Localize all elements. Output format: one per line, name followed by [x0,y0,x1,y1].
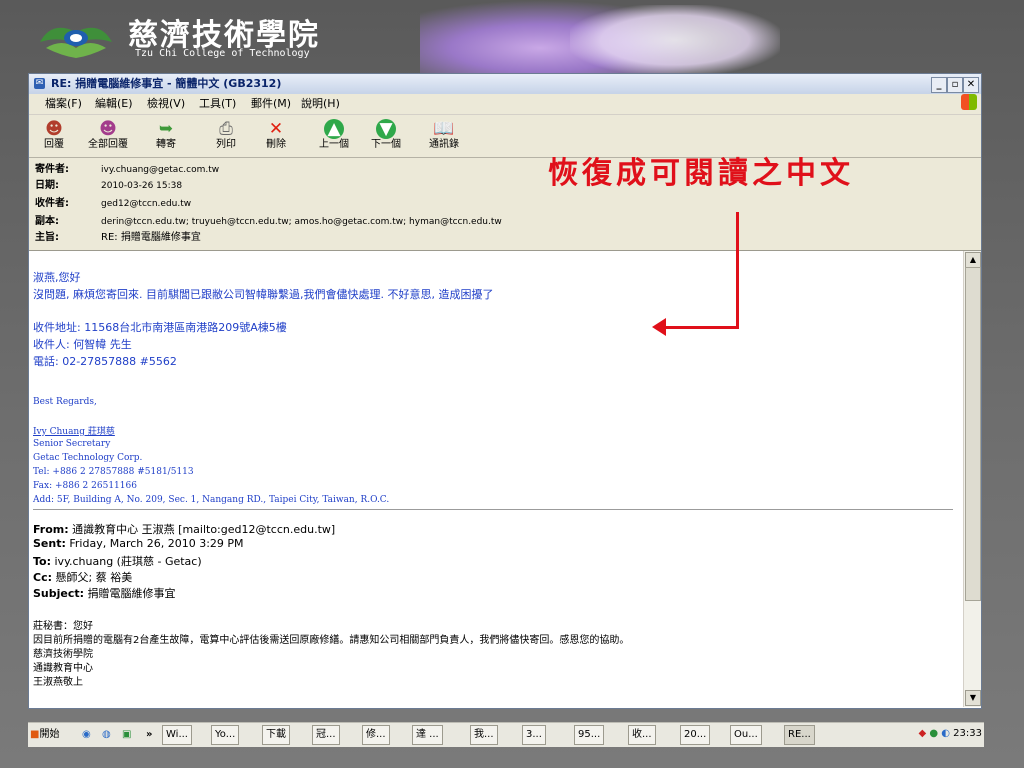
menu-tools[interactable]: 工具(T) [199,94,236,114]
taskbar-button-8[interactable]: 3... [522,725,546,745]
menu-edit[interactable]: 編輯(E) [95,94,133,114]
taskbar-button-3[interactable]: 下載 [262,725,290,745]
body-phone: 電話: 02-27857888 #5562 [33,355,177,368]
body-recipient: 收件人: 何智幃 先生 [33,338,132,351]
body-regards: Best Regards, [33,397,97,407]
quote-separator [33,509,953,510]
quoted-from: From: 通識教育中心 王淑燕 [mailto:ged12@tccn.edu.… [33,523,336,536]
annotation-arrow-line [736,212,739,328]
clock: 23:33 [953,728,982,739]
signature-fax: Fax: +886 2 26511166 [33,481,137,491]
delete-button[interactable]: ✕ 刪除 [253,117,299,155]
quoted-line1: 莊秘書：您好 [33,621,93,632]
quoted-line5: 王淑燕敬上 [33,677,83,688]
reply-all-icon: ☻ [99,119,117,139]
vertical-scrollbar[interactable]: ▲ ▼ [963,251,981,707]
taskbar-button-11[interactable]: 20... [680,725,711,745]
scroll-thumb[interactable] [965,267,981,601]
body-greeting: 淑燕,您好 [33,271,81,284]
taskbar-button-2[interactable]: Yo... [211,725,240,745]
menu-help[interactable]: 說明(H) [301,94,340,114]
title-bar[interactable]: ✉ RE: 捐贈電腦維修事宜 - 簡體中文 (GB2312) _ ▫ ✕ [29,74,981,94]
annotation-arrow-line-horizontal [662,326,739,329]
scroll-down-icon[interactable]: ▼ [965,690,981,706]
signature-address: Add: 5F, Building A, No. 209, Sec. 1, Na… [33,495,390,505]
quoted-to: To: ivy.chuang (莊琪慈 - Getac) [33,555,202,568]
body-line1: 沒問題, 麻煩您寄回來. 目前騏閭已跟敝公司智幃聯繫過,我們會儘快處理. 不好意… [33,288,494,301]
taskbar-button-6[interactable]: 達 ... [412,725,443,745]
college-logo-emblem [40,27,112,58]
quoted-line4: 通識教育中心 [33,663,93,674]
quicklaunch-more-icon[interactable]: » [146,725,152,744]
annotation-text: 恢復成可閱讀之中文 [548,156,854,191]
taskbar-button-12[interactable]: Ou... [730,725,762,745]
quicklaunch-ie-icon[interactable]: ◉ [82,725,91,744]
tray-volume-icon[interactable]: ◐ [941,728,950,739]
window-title: RE: 捐贈電腦維修事宜 - 簡體中文 (GB2312) [51,77,282,90]
menu-bar: 檔案(F) 編輯(E) 檢視(V) 工具(T) 郵件(M) 說明(H) [29,94,981,115]
previous-button[interactable]: ▲ 上一個 [311,117,357,155]
menu-file[interactable]: 檔案(F) [45,94,82,114]
quicklaunch-outlook-icon[interactable]: ◍ [102,725,111,744]
forward-button[interactable]: ➥ 轉寄 [143,117,189,155]
start-button[interactable]: ■開始 [30,725,59,744]
taskbar-button-7[interactable]: 我... [470,725,498,745]
tray-network-icon[interactable]: ● [929,728,938,739]
menu-message[interactable]: 郵件(M) [251,94,291,114]
quoted-line2: 因目前所捐贈的電腦有2台產生故障，電算中心評估後需送回原廠修繕。請惠知公司相關部… [33,635,630,646]
taskbar-button-13[interactable]: RE... [784,725,815,745]
signature-company: Getac Technology Corp. [33,453,143,463]
background-flower [420,0,780,80]
address-book-button[interactable]: 📖 通訊錄 [421,117,467,155]
down-arrow-icon: ▼ [376,119,396,139]
college-name-english: Tzu Chi College of Technology [135,48,310,59]
quoted-subject: Subject: 捐贈電腦維修事宜 [33,587,176,600]
message-body[interactable]: 淑燕,您好 沒問題, 麻煩您寄回來. 目前騏閭已跟敝公司智幃聯繫過,我們會儘快處… [29,251,963,707]
menu-view[interactable]: 檢視(V) [147,94,185,114]
annotation-arrowhead-icon [652,318,666,336]
quicklaunch-desktop-icon[interactable]: ▣ [122,725,131,744]
address-book-icon: 📖 [433,119,455,139]
taskbar-button-10[interactable]: 收... [628,725,656,745]
taskbar-button-9[interactable]: 95... [574,725,605,745]
signature-tel: Tel: +886 2 27857888 #5181/5113 [33,467,194,477]
system-tray: ◆ ● ◐ 23:33 [918,725,982,743]
print-icon: ⎙ [219,119,233,139]
reply-icon: ☻ [45,119,63,139]
quoted-sent: Sent: Friday, March 26, 2010 3:29 PM [33,537,244,550]
delete-icon: ✕ [268,119,284,139]
body-address: 收件地址: 11568台北市南港區南港路209號A棟5樓 [33,321,287,334]
signature-name[interactable]: Ivy Chuang 莊琪慈 [33,424,115,437]
print-button[interactable]: ⎙ 列印 [203,117,249,155]
maximize-button[interactable]: ▫ [947,77,963,93]
forward-icon: ➥ [158,119,174,139]
taskbar-button-4[interactable]: 冠... [312,725,340,745]
tray-security-icon[interactable]: ◆ [918,728,926,739]
scroll-up-icon[interactable]: ▲ [965,252,981,268]
reply-button[interactable]: ☻ 回覆 [31,117,77,155]
next-button[interactable]: ▼ 下一個 [363,117,409,155]
minimize-button[interactable]: _ [931,77,947,93]
signature-title: Senior Secretary [33,439,111,449]
taskbar: ■開始 ◉ ◍ ▣ » Wi... Yo... 下載 冠... 修... 達 .… [28,722,984,747]
quoted-cc: Cc: 懸師父; 蔡 裕美 [33,571,133,584]
up-arrow-icon: ▲ [324,119,344,139]
quoted-line3: 慈濟技術學院 [33,649,93,660]
mail-icon: ✉ [34,78,45,89]
taskbar-button-1[interactable]: Wi... [162,725,192,745]
taskbar-button-5[interactable]: 修... [362,725,390,745]
reply-all-button[interactable]: ☻ 全部回覆 [85,117,131,155]
flower-petal [570,5,780,75]
windows-logo-icon [961,94,977,110]
close-button[interactable]: ✕ [963,77,979,93]
